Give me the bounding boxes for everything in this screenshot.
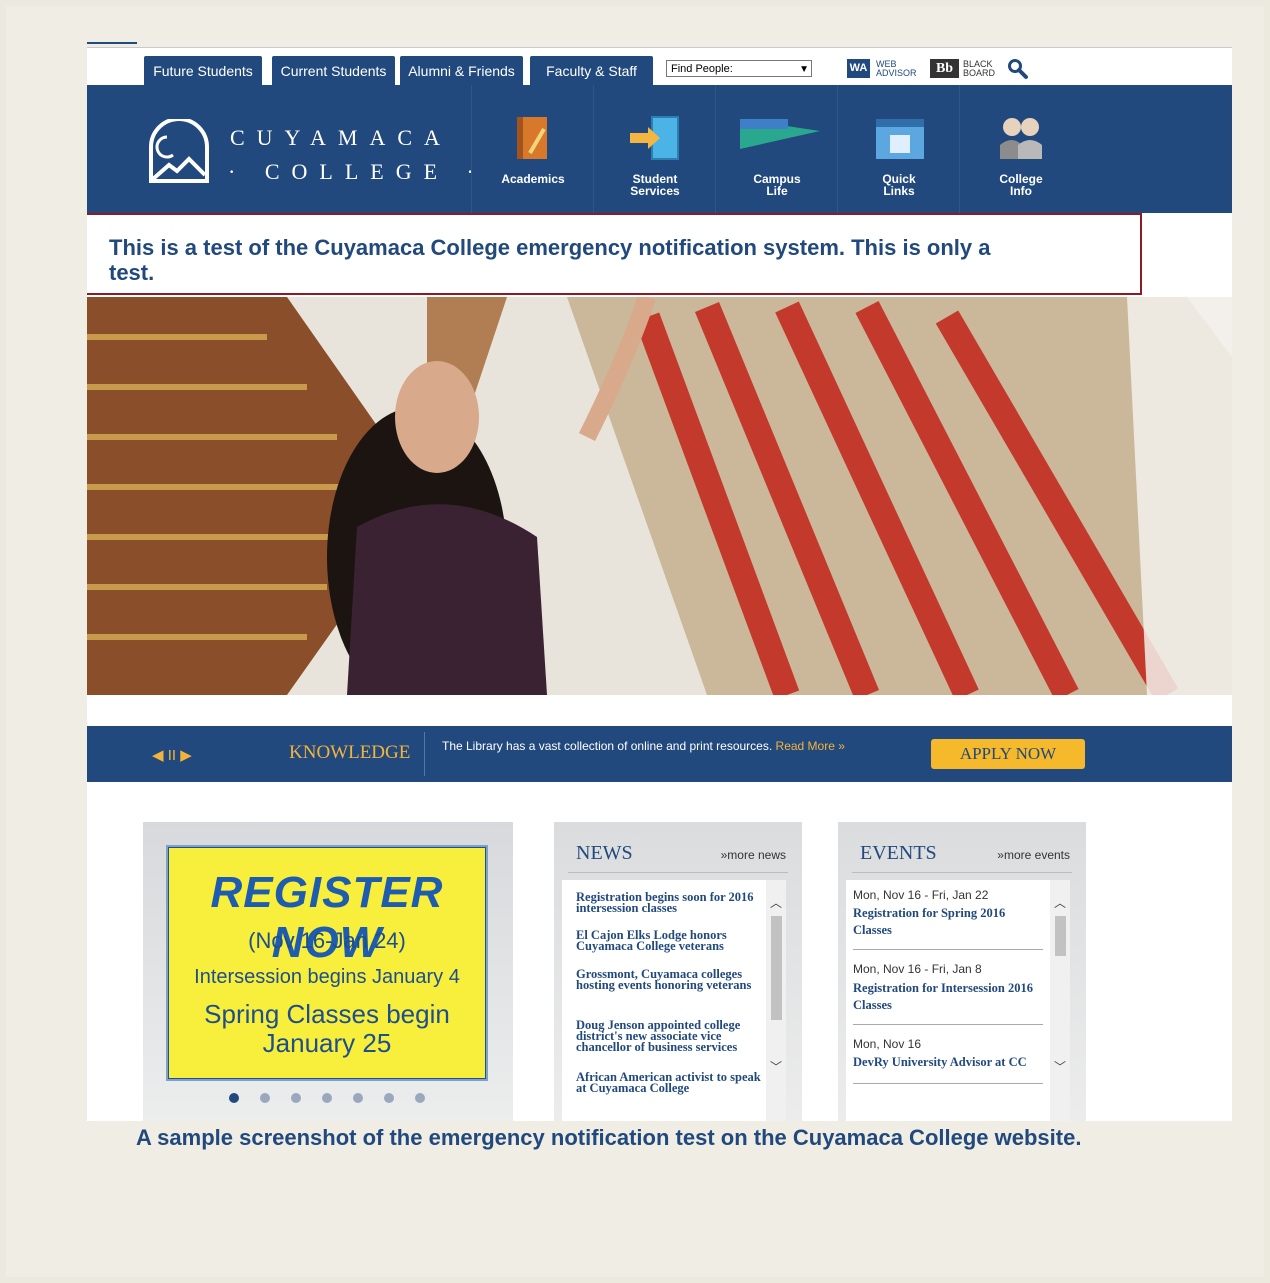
slide-dot[interactable] [353,1093,363,1103]
nav-campus-life-label: Campus Life [716,173,838,197]
nav-student-services[interactable]: Student Services [593,85,716,213]
news-item[interactable]: Registration begins soon for 2016 inters… [576,891,772,915]
news-item[interactable]: El Cajon Elks Lodge honors Cuyamaca Coll… [576,929,772,953]
event-title[interactable]: DevRy University Advisor at CC [853,1054,1043,1071]
blackboard-logo-icon[interactable]: Bb [930,59,959,78]
promo-slideshow: REGISTER NOW (Nov 16-Jan 24) Intersessio… [143,822,513,1121]
webadvisor-line2: ADVISOR [876,68,917,78]
nav-student-services-label: Student Services [594,173,716,197]
events-list: Mon, Nov 16 - Fri, Jan 22 Registration f… [846,880,1058,1121]
events-panel: EVENTS »more events Mon, Nov 16 - Fri, J… [838,822,1086,1121]
ticker-message: The Library has a vast collection of onl… [442,739,773,753]
slide-dot[interactable] [384,1093,394,1103]
tab-faculty-staff[interactable]: Faculty & Staff [530,56,653,86]
nav-college-info-label: College Info [960,173,1082,197]
blackboard-line2: BOARD [963,68,996,78]
slide-dot[interactable] [229,1093,239,1103]
promo-dates: (Nov 16-Jan 24) [248,928,406,953]
news-item[interactable]: African American activist to speak at Cu… [576,1071,772,1095]
more-events-link[interactable]: »more events [997,848,1070,862]
emergency-alert-banner: This is a test of the Cuyamaca College e… [87,213,1142,295]
nav-quick-links-label-line2: Links [883,184,915,198]
news-scrollbar[interactable]: ︿ ﹀ [766,880,786,1121]
slideshow-controls[interactable]: ◀ II ▶ [152,746,192,764]
pennant-icon [740,119,820,149]
promo-spring: Spring Classes begin January 25 [204,999,450,1058]
nav-college-info[interactable]: College Info [959,85,1082,213]
news-item[interactable]: Doug Jenson appointed college district's… [576,1019,772,1054]
figure-caption: A sample screenshot of the emergency not… [136,1125,1082,1150]
audience-bar: Future Students Current Students Alumni … [87,47,1232,86]
emergency-alert-text: This is a test of the Cuyamaca College e… [109,235,991,285]
people-icon [1000,118,1042,159]
tab-current-students[interactable]: Current Students [272,56,395,86]
event-date: Mon, Nov 16 [853,1037,922,1051]
logo-text-line2: · COLLEGE · [228,159,486,184]
site-header: CUYAMACA · COLLEGE · Academics Student S… [87,85,1232,213]
top-rule [87,42,137,44]
tab-future-students[interactable]: Future Students [144,56,262,86]
window-icon [876,119,924,159]
nav-academics-label-line1: Academics [501,172,565,186]
search-icon[interactable] [1007,58,1029,80]
events-divider [852,872,1072,873]
nav-campus-life[interactable]: Campus Life [715,85,838,213]
slide-dot[interactable] [291,1093,301,1103]
college-logo-icon[interactable] [147,119,211,183]
events-scrollbar[interactable]: ︿ ﹀ [1050,880,1070,1121]
nav-student-services-label-line2: Services [630,184,680,198]
news-item[interactable]: Grossmont, Cuyamaca colleges hosting eve… [576,968,772,992]
find-people-label: Find People: [671,63,733,75]
promo-intersession: Intersession begins January 4 [194,966,460,988]
news-divider [568,872,788,873]
more-news-link[interactable]: »more news [721,848,786,862]
library-student-image [87,297,1232,695]
find-people-select[interactable]: Find People: ▼ [666,60,812,77]
events-title: EVENTS [860,842,937,864]
apply-now-button[interactable]: APPLY NOW [931,739,1085,769]
book-pencil-icon [517,117,547,159]
nav-quick-links-label: Quick Links [838,173,960,197]
event-date: Mon, Nov 16 - Fri, Jan 22 [853,888,989,902]
event-separator [853,949,1043,950]
webadvisor-link[interactable]: WEB ADVISOR [876,60,917,78]
read-more-link[interactable]: Read More » [776,739,845,753]
event-separator [853,1083,1043,1084]
event-separator [853,1024,1043,1025]
webadvisor-logo-icon[interactable]: WA [847,59,870,78]
slide-dot[interactable] [415,1093,425,1103]
blackboard-link[interactable]: BLACK BOARD [963,60,995,78]
nav-academics[interactable]: Academics [471,85,594,213]
logo-text-line1: CUYAMACA [230,125,452,150]
register-now-banner[interactable]: REGISTER NOW (Nov 16-Jan 24) Intersessio… [168,847,486,1079]
door-arrow-icon [630,116,679,160]
tab-alumni-friends[interactable]: Alumni & Friends [400,56,523,86]
website-screenshot: Future Students Current Students Alumni … [87,47,1232,1121]
slide-dot[interactable] [322,1093,332,1103]
scrollbar-thumb[interactable] [771,916,782,1020]
ticker-text: The Library has a vast collection of onl… [442,739,845,753]
chevron-up-icon[interactable]: ︿ [1050,894,1070,911]
slide-dot[interactable] [260,1093,270,1103]
ticker-divider [424,732,425,776]
event-title[interactable]: Registration for Intersession 2016 Class… [853,980,1043,1014]
nav-campus-life-label-line2: Life [766,184,788,198]
feature-ticker: ◀ II ▶ KNOWLEDGE The Library has a vast … [87,726,1232,782]
nav-academics-label: Academics [472,173,594,185]
ticker-heading: KNOWLEDGE [289,742,411,763]
chevron-down-icon[interactable]: ﹀ [1050,1058,1070,1075]
event-title[interactable]: Registration for Spring 2016 Classes [853,905,1043,939]
event-date: Mon, Nov 16 - Fri, Jan 8 [853,962,982,976]
nav-quick-links[interactable]: Quick Links [837,85,960,213]
news-title: NEWS [576,842,633,864]
news-panel: NEWS »more news Registration begins soon… [554,822,802,1121]
nav-college-info-label-line2: Info [1010,184,1032,198]
hero-photo [87,297,1232,695]
chevron-down-icon: ▼ [799,64,809,75]
scrollbar-thumb[interactable] [1055,916,1066,956]
chevron-down-icon[interactable]: ﹀ [766,1058,786,1075]
slide-dots [229,1090,446,1108]
chevron-up-icon[interactable]: ︿ [766,894,786,911]
news-list: Registration begins soon for 2016 inters… [562,880,774,1121]
